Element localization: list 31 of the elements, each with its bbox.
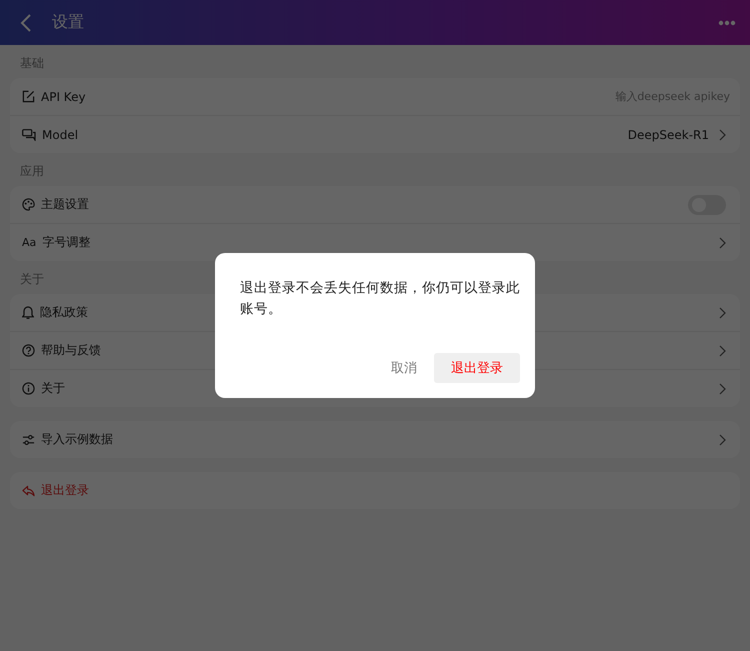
back-icon[interactable] [20,12,32,32]
row-label[interactable]: 隐私政策 [40,304,88,321]
row-label[interactable]: 帮助与反馈 [41,342,101,359]
edit-icon [22,90,35,103]
sliders-icon [22,434,35,446]
chevron-icon [719,236,726,248]
chevron-icon [719,306,726,318]
chevron-icon [719,344,726,356]
more-icon[interactable] [718,20,736,26]
row-label[interactable]: 导入示例数据 [41,431,113,448]
chat-icon [22,128,36,140]
text-size-icon: Aa [22,236,36,249]
row-label[interactable]: 主题设置 [41,196,89,213]
row-label[interactable]: API Key [41,90,86,104]
dialog-message: 退出登录不会丢失任何数据，你仍可以登录此账号。 [240,279,520,319]
row-label[interactable]: 关于 [41,380,65,397]
cancel-button[interactable]: 取消 [388,353,420,383]
chevron-icon [719,382,726,394]
bell-icon [22,306,34,320]
chevron-icon [719,128,726,140]
chevron-icon [719,434,726,446]
row-value: DeepSeek-R1 [628,128,709,142]
info-icon [22,382,35,395]
logout-button[interactable]: 退出登录 [434,353,520,383]
page-title: 设置 [52,12,84,33]
logout-icon [22,484,35,496]
palette-icon [22,198,35,211]
row-label[interactable]: Model [42,128,78,142]
row-label[interactable]: 退出登录 [41,482,89,499]
row-label[interactable]: 字号调整 [42,234,90,251]
help-icon [22,344,35,357]
